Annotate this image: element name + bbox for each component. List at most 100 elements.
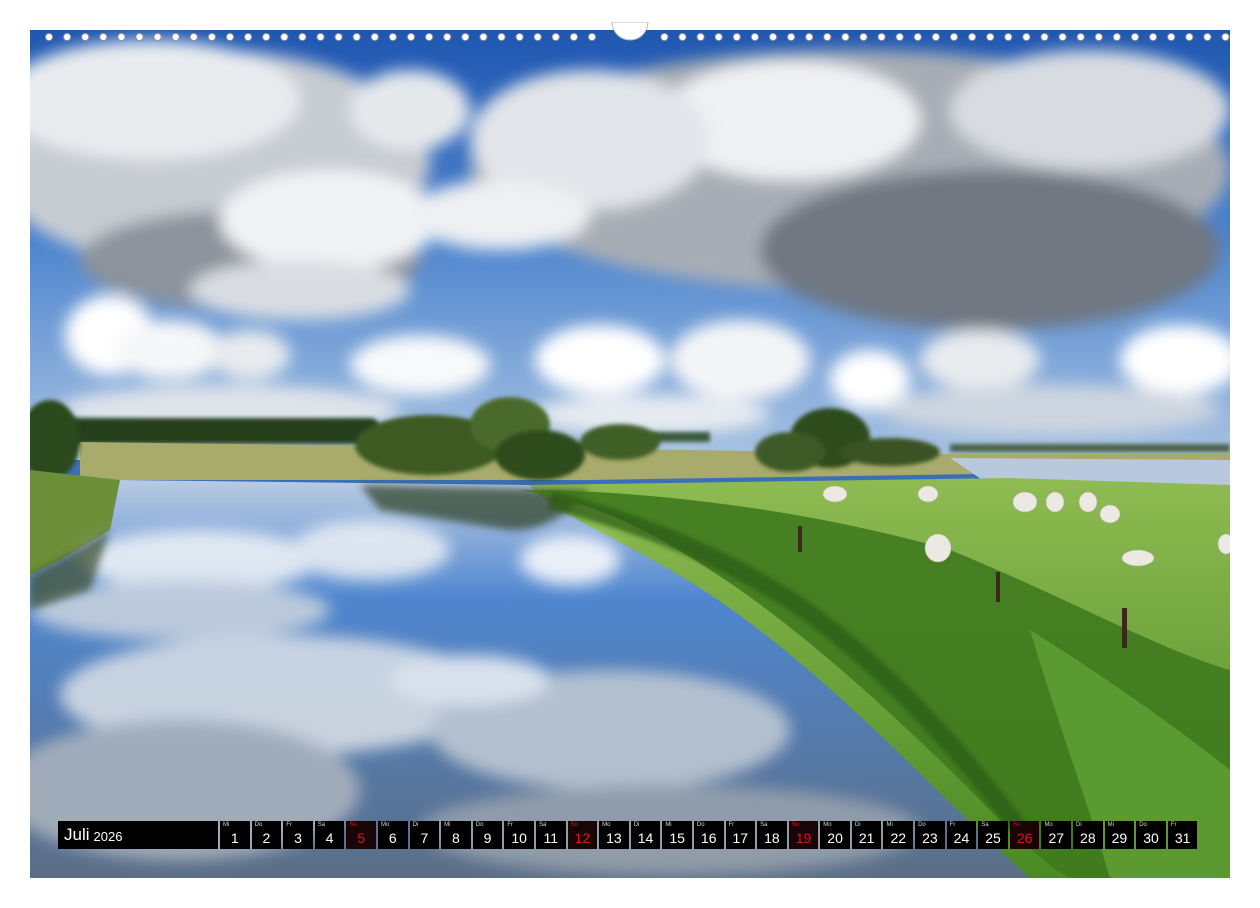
day-number: 6: [388, 830, 397, 846]
binding-hole: [696, 32, 705, 42]
day-number: 25: [985, 830, 1001, 846]
binding-hole: [225, 32, 235, 42]
day-cell: Sa 25: [978, 821, 1008, 849]
binding-hole: [986, 32, 995, 42]
binding-hole: [931, 32, 941, 42]
day-number: 3: [294, 830, 302, 846]
day-weekday: So: [1012, 822, 1021, 828]
day-number: 7: [420, 830, 429, 846]
binding-hole: [117, 32, 126, 42]
day-number: 4: [325, 830, 334, 846]
binding-hole: [189, 32, 198, 42]
binding-hole: [63, 32, 72, 42]
binding-hole: [135, 32, 144, 42]
day-weekday: Mi: [444, 822, 451, 828]
binding-hole: [805, 32, 814, 42]
day-number: 24: [953, 830, 970, 846]
day-weekday: Mo: [823, 822, 832, 828]
day-cell: Di 7: [409, 821, 440, 849]
day-cell: Do 16: [693, 821, 724, 849]
day-weekday: Do: [254, 822, 263, 828]
binding-hole: [1076, 32, 1085, 42]
day-cell: So 5: [346, 821, 376, 849]
landscape-photo: [30, 30, 1230, 878]
day-cell: Mi 15: [662, 821, 692, 849]
day-cell: Mo 6: [377, 821, 408, 849]
day-weekday: Di: [854, 822, 861, 828]
day-weekday: Di: [1076, 822, 1082, 828]
day-weekday: Di: [412, 822, 419, 828]
day-weekday: Mo: [1044, 822, 1053, 828]
binding-hole: [44, 32, 54, 42]
binding-hole: [569, 32, 579, 42]
day-weekday: Mi: [665, 822, 672, 828]
day-weekday: So: [570, 822, 578, 828]
binding-hole: [1112, 32, 1122, 42]
binding-hole: [823, 32, 832, 42]
day-cell: Fr 10: [504, 821, 534, 849]
binding-hole: [551, 32, 560, 42]
day-number: 26: [1016, 830, 1033, 846]
day-weekday: Do: [918, 822, 926, 828]
day-weekday: Do: [696, 822, 705, 828]
day-cell: Sa 18: [757, 821, 787, 849]
day-number: 17: [732, 830, 749, 846]
day-weekday: Do: [1139, 822, 1147, 828]
binding-hole: [334, 32, 343, 42]
day-number: 28: [1080, 830, 1096, 846]
binding-hole: [1130, 32, 1140, 42]
day-weekday: Di: [633, 822, 640, 828]
day-cell: Fr 17: [725, 821, 756, 849]
day-weekday: So: [349, 822, 357, 828]
binding-hole: [768, 32, 778, 42]
binding-hole: [316, 32, 325, 42]
binding-hole: [949, 32, 959, 42]
binding-hole: [171, 32, 180, 42]
binding-hole: [1185, 32, 1194, 42]
binding-hole: [1004, 32, 1013, 42]
binding-hole: [859, 32, 868, 42]
day-cell: Mi 29: [1104, 821, 1135, 849]
day-number: 22: [890, 830, 907, 846]
hanger-hook: [611, 22, 649, 41]
day-weekday: Fr: [728, 822, 735, 828]
binding-hole: [1058, 32, 1067, 42]
binding-hole: [533, 32, 542, 42]
binding-hole: [1040, 32, 1049, 42]
binding-hole: [443, 32, 452, 42]
day-number: 2: [262, 830, 271, 846]
binding-hole: [207, 32, 216, 42]
binding-hole: [280, 32, 289, 42]
calendar-page: Juli 2026 Mi 1 Do 2 Fr 3 Sa 4 So 5 Mo 6 Di 7 Mi 8 Do 9 Fr 1…: [0, 0, 1260, 908]
day-number: 9: [483, 830, 492, 846]
binding-hole: [732, 32, 741, 42]
day-number: 29: [1111, 830, 1128, 846]
binding-hole: [244, 32, 253, 42]
binding-hole: [262, 32, 271, 42]
day-cell: Mi 8: [441, 821, 471, 849]
month-name: Juli: [64, 825, 90, 844]
day-number: 8: [452, 830, 460, 846]
day-number: 12: [574, 830, 591, 846]
binding-hole: [587, 32, 597, 42]
day-weekday: Mo: [602, 822, 611, 828]
day-weekday: So: [791, 822, 800, 828]
binding-hole: [99, 32, 108, 42]
binding-hole: [515, 32, 524, 42]
binding-hole: [406, 32, 416, 42]
day-cell: Fr 31: [1167, 821, 1198, 849]
day-number: 11: [543, 830, 558, 846]
binding-hole: [298, 32, 307, 42]
day-weekday: Fr: [507, 822, 514, 828]
day-cell: Di 28: [1073, 821, 1103, 849]
day-cell: Sa 4: [314, 821, 345, 849]
month-label: Juli 2026: [58, 821, 218, 849]
day-number: 19: [795, 830, 812, 846]
binding-hole: [1167, 32, 1176, 42]
binding-hole: [425, 32, 434, 42]
day-number: 23: [922, 830, 938, 846]
day-cell: Do 30: [1136, 821, 1166, 849]
binding-hole: [352, 32, 361, 42]
day-weekday: Fr: [949, 822, 956, 828]
day-cell: So 12: [567, 821, 598, 849]
